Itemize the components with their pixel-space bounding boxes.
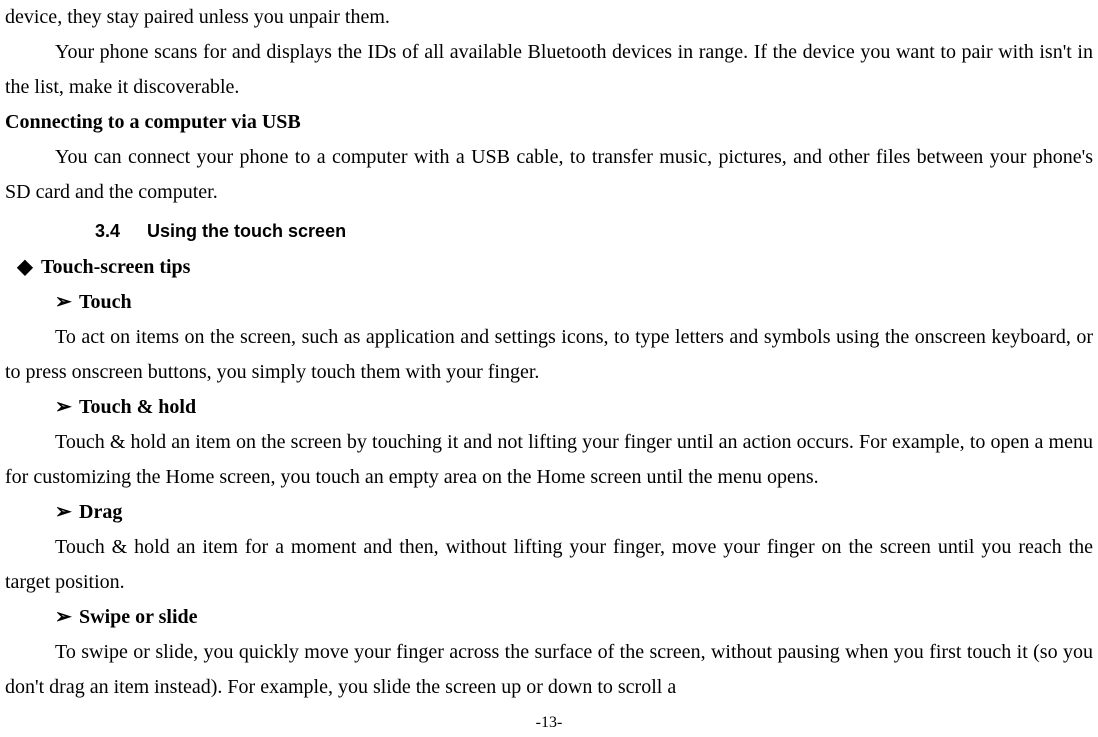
paragraph-usb: You can connect your phone to a computer… (5, 140, 1093, 210)
swipe-body: To swipe or slide, you quickly move your… (5, 635, 1093, 705)
swipe-title: Swipe or slide (79, 606, 198, 628)
diamond-bullet-icon: ◆ (9, 250, 41, 285)
arrow-bullet-icon: ➢ (55, 285, 79, 320)
section-title: Using the touch screen (147, 221, 346, 241)
section-number: 3.4 (95, 221, 120, 241)
drag-heading: ➢Drag (5, 495, 1093, 530)
touch-hold-heading: ➢Touch & hold (5, 390, 1093, 425)
section-heading: 3.4 Using the touch screen (95, 210, 1093, 250)
drag-body: Touch & hold an item for a moment and th… (5, 530, 1093, 600)
swipe-heading: ➢Swipe or slide (5, 600, 1093, 635)
touch-hold-body: Touch & hold an item on the screen by to… (5, 425, 1093, 495)
tips-heading: ◆Touch-screen tips (5, 250, 1093, 285)
touch-hold-title: Touch & hold (79, 396, 196, 418)
drag-title: Drag (79, 501, 122, 523)
arrow-bullet-icon: ➢ (55, 390, 79, 425)
touch-title: Touch (79, 291, 132, 313)
arrow-bullet-icon: ➢ (55, 495, 79, 530)
paragraph-bluetooth-scan: Your phone scans for and displays the ID… (5, 35, 1093, 105)
page-number: -13- (5, 709, 1093, 737)
paragraph-fragment-top: device, they stay paired unless you unpa… (5, 0, 1093, 35)
arrow-bullet-icon: ➢ (55, 600, 79, 635)
touch-body: To act on items on the screen, such as a… (5, 320, 1093, 390)
touch-heading: ➢Touch (5, 285, 1093, 320)
heading-usb: Connecting to a computer via USB (5, 105, 1093, 140)
tips-title: Touch-screen tips (41, 256, 190, 278)
